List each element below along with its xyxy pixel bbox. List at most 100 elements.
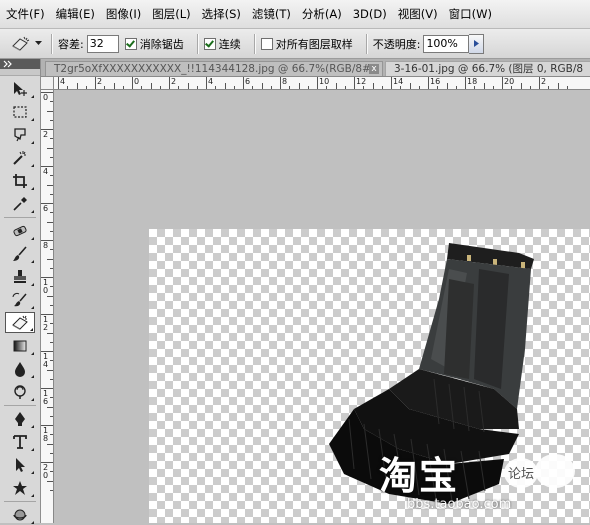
horizontal-ruler[interactable]: 4 2 0 2 4 6 8 10 12 14 16 18 20 2 [54,77,590,90]
ruler-tick [132,77,133,89]
canvas-area[interactable]: 淘宝 论坛 bbs.taobao.com [54,90,590,523]
healing-brush-tool-icon [13,225,27,236]
eyedropper-tool[interactable] [5,193,35,214]
ruler-label: 0 [134,77,140,86]
menu-select[interactable]: 选择(S) [196,0,246,28]
move-tool-icon [14,81,27,96]
double-chevron-icon [3,60,12,68]
menu-view[interactable]: 视图(V) [392,0,443,28]
ruler-minor-tick [150,83,152,89]
options-bar: 容差: 消除锯齿 连续 对所有图层取样 不透明度: [0,29,590,59]
ruler-origin[interactable] [41,77,54,90]
toolbox-separator [4,217,36,218]
clone-stamp-tool[interactable] [5,266,35,287]
ruler-tick [354,77,355,89]
blur-tool-icon [15,361,25,377]
menu-file[interactable]: 文件(F) [0,0,50,28]
anti-alias-checkbox[interactable]: 消除锯齿 [124,36,184,52]
type-tool-icon [13,434,27,449]
tolerance-label: 容差: [58,37,84,51]
ruler-label: 16 [430,77,441,86]
eraser-tool[interactable] [5,312,35,333]
custom-shape-tool[interactable] [5,477,35,498]
quick-selection-tool[interactable] [5,147,35,168]
ruler-label: 8 [282,77,288,86]
document-tab-active[interactable]: T2gr5oXfXXXXXXXXXXX_!!114344128.jpg @ 66… [45,61,383,76]
document-tab-title: T2gr5oXfXXXXXXXXXXX_!!114344128.jpg @ 66… [54,63,375,75]
anti-alias-check-box[interactable] [124,37,137,50]
toolbox-header[interactable] [0,59,40,69]
ruler-minor-tick [483,83,485,89]
contiguous-checkbox[interactable]: 连续 [203,36,241,52]
menu-filter[interactable]: 滤镜(T) [246,0,296,28]
ruler-label: 10 [319,77,330,86]
menu-image[interactable]: 图像(I) [100,0,146,28]
clone-stamp-tool-icon [14,269,26,283]
ruler-minor-tick [47,480,53,482]
close-icon[interactable]: x [369,64,379,74]
ruler-minor-tick [76,83,78,89]
ruler-minor-tick [47,184,53,186]
ruler-label: 4 [60,77,66,86]
ruler-minor-tick [47,332,53,334]
toolbox-grip[interactable] [0,69,40,76]
sample-all-layers-checkbox[interactable]: 对所有图层取样 [260,36,353,52]
ruler-label: 14 [393,77,404,86]
ruler-label: 1 0 [43,278,49,295]
blur-tool[interactable] [5,358,35,379]
crop-tool[interactable] [5,170,35,191]
tolerance-input[interactable] [86,34,119,53]
sample-all-layers-check-box[interactable] [260,37,273,50]
chevron-down-icon [35,41,42,45]
path-selection-tool[interactable] [5,454,35,475]
ruler-label: 1 8 [43,426,49,443]
menu-3d[interactable]: 3D(D) [347,0,392,28]
pen-tool[interactable] [5,408,35,429]
watermark-badge: 论坛 [504,454,575,488]
eyedropper-tool-icon [13,196,27,211]
ruler-minor-tick [298,83,300,89]
pen-tool-icon [15,411,25,426]
menu-edit[interactable]: 编辑(E) [50,0,100,28]
contiguous-check-box[interactable] [203,37,216,50]
ruler-label: 1 6 [43,389,49,406]
type-tool[interactable] [5,431,35,452]
options-separator [253,33,256,54]
dodge-tool[interactable] [5,381,35,402]
ruler-minor-tick [47,295,53,297]
path-selection-tool-icon [16,457,25,472]
gradient-tool[interactable] [5,335,35,356]
ruler-label: 0 [43,93,49,102]
vertical-ruler[interactable]: 0 2 4 6 8 1 0 1 2 1 4 1 6 1 8 2 0 [41,90,54,523]
3d-rotate-tool[interactable] [5,504,35,525]
magic-eraser-icon [12,36,30,51]
move-tool[interactable] [5,78,35,99]
menu-bar: 文件(F) 编辑(E) 图像(I) 图层(L) 选择(S) 滤镜(T) 分析(A… [0,0,590,29]
options-separator [196,33,199,54]
menu-layer[interactable]: 图层(L) [146,0,195,28]
document-tab-title: 3-16-01.jpg @ 66.7% (图层 0, RGB/8 [394,63,584,75]
lasso-tool[interactable] [5,124,35,145]
opacity-input[interactable] [423,34,470,53]
history-brush-tool[interactable] [5,289,35,310]
marquee-tool[interactable] [5,101,35,122]
brush-tool[interactable] [5,243,35,264]
menu-window[interactable]: 窗口(W) [443,0,497,28]
ruler-label: 2 [97,77,103,86]
toolbox [0,59,41,525]
opacity-slider-button[interactable] [469,33,485,54]
document-tab-inactive[interactable]: 3-16-01.jpg @ 66.7% (图层 0, RGB/8 [385,61,590,76]
lasso-tool-icon [14,127,26,141]
3d-rotate-tool-icon [13,509,27,520]
ruler-minor-tick [47,443,53,445]
ruler-tick [465,77,466,89]
tool-preset-picker[interactable] [6,33,46,55]
watermark-badge-text-1: 论坛 [508,467,534,482]
document-tab-bar: T2gr5oXfXXXXXXXXXXX_!!114344128.jpg @ 66… [41,59,590,77]
ruler-label: 6 [43,204,49,213]
ruler-tick [428,77,429,89]
options-separator [365,33,368,54]
healing-brush-tool[interactable] [5,220,35,241]
menu-analysis[interactable]: 分析(A) [296,0,347,28]
options-separator [51,33,53,54]
